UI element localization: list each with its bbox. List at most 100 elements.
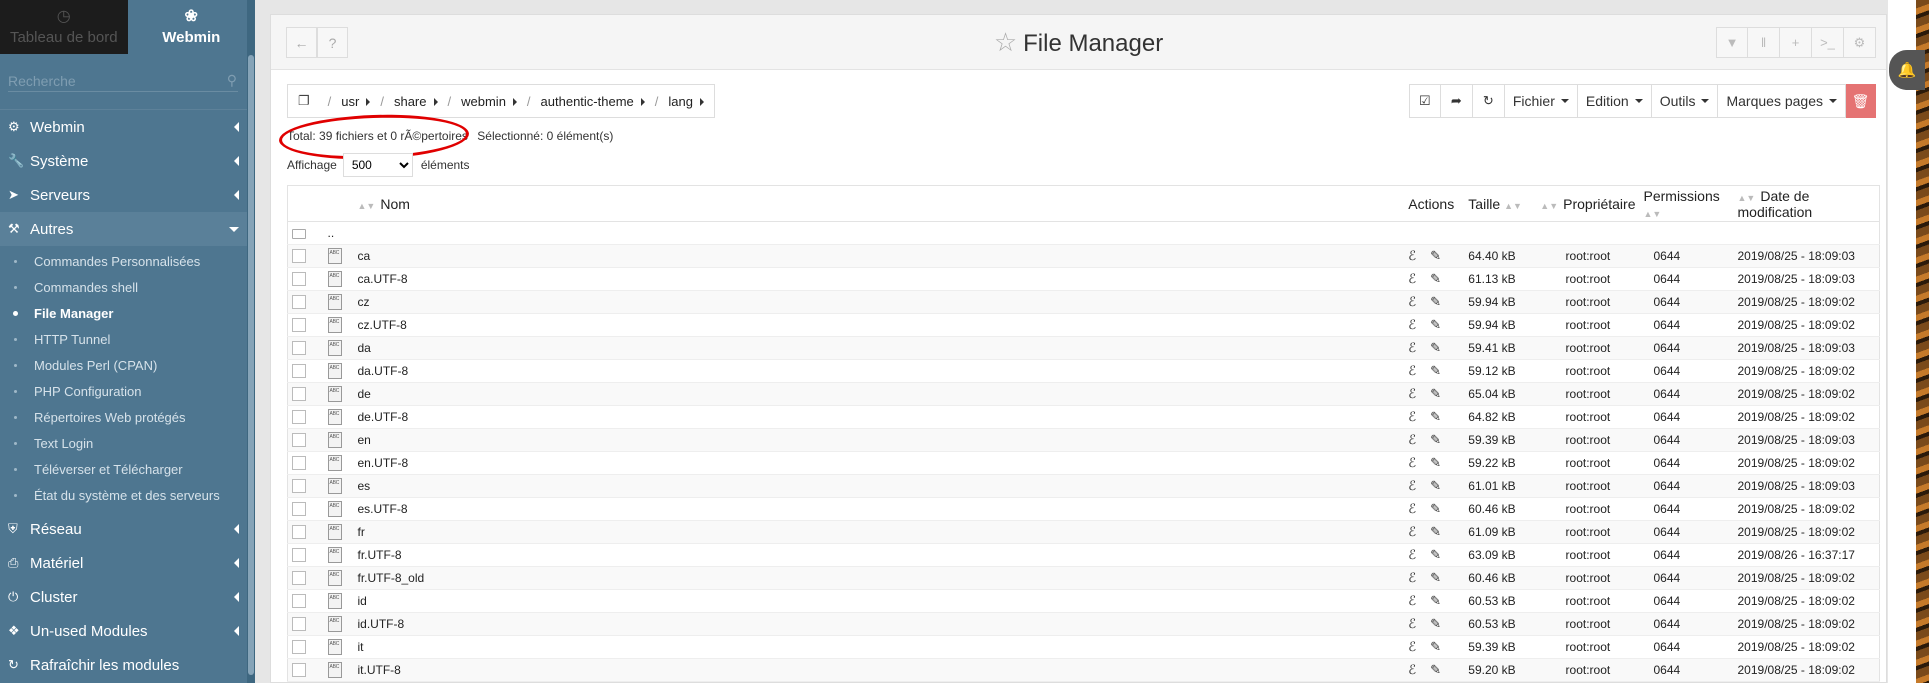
sidebar-subitem[interactable]: État du système et des serveurs bbox=[0, 482, 255, 508]
row-checkbox[interactable] bbox=[292, 341, 306, 356]
edit-icon[interactable]: ✎ bbox=[1430, 317, 1441, 332]
delete-button[interactable]: 🗑 bbox=[1846, 84, 1876, 118]
refresh-button[interactable]: ↻ bbox=[1472, 84, 1505, 118]
share-button[interactable]: ➦ bbox=[1440, 84, 1473, 118]
table-row[interactable]: itℰ✎59.39 kBroot:root06442019/08/25 - 18… bbox=[287, 635, 1880, 659]
table-row[interactable]: fr.UTF-8_oldℰ✎60.46 kBroot:root06442019/… bbox=[287, 566, 1880, 590]
row-checkbox[interactable] bbox=[292, 548, 306, 563]
sidebar-subitem[interactable]: Répertoires Web protégés bbox=[0, 404, 255, 430]
sidebar-item-autres[interactable]: ⚒ Autres bbox=[0, 212, 255, 246]
row-checkbox[interactable] bbox=[292, 594, 306, 609]
table-row[interactable]: frℰ✎61.09 kBroot:root06442019/08/25 - 18… bbox=[287, 520, 1880, 544]
copy-path-icon[interactable]: ❐ bbox=[298, 93, 310, 109]
row-checkbox[interactable] bbox=[292, 640, 306, 655]
per-page-select[interactable]: 500 bbox=[342, 153, 413, 177]
rename-icon[interactable]: ℰ bbox=[1408, 547, 1416, 562]
bookmarks-menu[interactable]: Marques pages bbox=[1718, 84, 1846, 118]
rename-icon[interactable]: ℰ bbox=[1408, 294, 1416, 309]
search-icon[interactable]: ⚲ bbox=[227, 72, 237, 89]
tab-webmin[interactable]: ❀ Webmin bbox=[127, 0, 255, 54]
table-row[interactable]: czℰ✎59.94 kBroot:root06442019/08/25 - 18… bbox=[287, 290, 1880, 314]
rename-icon[interactable]: ℰ bbox=[1408, 662, 1416, 677]
settings-button[interactable]: ⚙ bbox=[1844, 27, 1876, 58]
edit-icon[interactable]: ✎ bbox=[1430, 248, 1441, 263]
edit-icon[interactable]: ✎ bbox=[1430, 662, 1441, 677]
row-checkbox[interactable] bbox=[292, 479, 306, 494]
notification-button[interactable]: 🔔 bbox=[1889, 50, 1925, 90]
sidebar-subitem[interactable]: Modules Perl (CPAN) bbox=[0, 352, 255, 378]
table-row[interactable]: deℰ✎65.04 kBroot:root06442019/08/25 - 18… bbox=[287, 382, 1880, 406]
row-checkbox[interactable] bbox=[292, 387, 306, 402]
row-checkbox[interactable] bbox=[292, 364, 306, 379]
sidebar-item-materiel[interactable]: ⎙ Matériel bbox=[0, 546, 255, 580]
rename-icon[interactable]: ℰ bbox=[1408, 340, 1416, 355]
sidebar-subitem-active[interactable]: File Manager bbox=[0, 300, 255, 326]
rename-icon[interactable]: ℰ bbox=[1408, 363, 1416, 378]
table-row[interactable]: fr.UTF-8ℰ✎63.09 kBroot:root06442019/08/2… bbox=[287, 543, 1880, 567]
sidebar-subitem[interactable]: PHP Configuration bbox=[0, 378, 255, 404]
rename-icon[interactable]: ℰ bbox=[1408, 409, 1416, 424]
edit-icon[interactable]: ✎ bbox=[1430, 570, 1441, 585]
row-checkbox[interactable] bbox=[292, 433, 306, 448]
row-checkbox[interactable] bbox=[292, 318, 306, 333]
fichier-menu[interactable]: Fichier bbox=[1504, 84, 1578, 118]
table-row[interactable]: enℰ✎59.39 kBroot:root06442019/08/25 - 18… bbox=[287, 428, 1880, 452]
rename-icon[interactable]: ℰ bbox=[1408, 271, 1416, 286]
table-row[interactable]: daℰ✎59.41 kBroot:root06442019/08/25 - 18… bbox=[287, 336, 1880, 360]
filter-button[interactable]: ▼ bbox=[1716, 27, 1748, 58]
rename-icon[interactable]: ℰ bbox=[1408, 317, 1416, 332]
edit-icon[interactable]: ✎ bbox=[1430, 547, 1441, 562]
col-date[interactable]: ▲▼ Date de modification bbox=[1733, 185, 1880, 222]
breadcrumb-item-share[interactable]: share bbox=[394, 94, 438, 109]
sidebar-subitem[interactable]: Téléverser et Télécharger bbox=[0, 456, 255, 482]
row-checkbox[interactable] bbox=[292, 410, 306, 425]
breadcrumb-item-lang[interactable]: lang bbox=[668, 94, 704, 109]
sidebar-subitem[interactable]: HTTP Tunnel bbox=[0, 326, 255, 352]
edit-icon[interactable]: ✎ bbox=[1430, 593, 1441, 608]
sidebar-subitem[interactable]: Commandes Personnalisées bbox=[0, 248, 255, 274]
col-size[interactable]: Taille ▲▼ bbox=[1464, 185, 1537, 222]
sidebar-item-unused-modules[interactable]: ❖ Un-used Modules bbox=[0, 614, 255, 648]
rename-icon[interactable]: ℰ bbox=[1408, 501, 1416, 516]
row-checkbox[interactable] bbox=[292, 525, 306, 540]
sidebar-subitem[interactable]: Commandes shell bbox=[0, 274, 255, 300]
sidebar-scrollbar[interactable] bbox=[247, 0, 255, 683]
star-icon[interactable]: ☆ bbox=[994, 27, 1017, 57]
rename-icon[interactable]: ℰ bbox=[1408, 570, 1416, 585]
sidebar-item-reseau[interactable]: ⛨ Réseau bbox=[0, 512, 255, 546]
sidebar-item-systeme[interactable]: 🔧 Système bbox=[0, 144, 255, 178]
table-row[interactable]: caℰ✎64.40 kBroot:root06442019/08/25 - 18… bbox=[287, 244, 1880, 268]
sidebar-scrollbar-thumb[interactable] bbox=[248, 55, 254, 675]
edit-icon[interactable]: ✎ bbox=[1430, 478, 1441, 493]
edit-icon[interactable]: ✎ bbox=[1430, 524, 1441, 539]
edit-icon[interactable]: ✎ bbox=[1430, 271, 1441, 286]
rename-icon[interactable]: ℰ bbox=[1408, 593, 1416, 608]
breadcrumb-item-authentic-theme[interactable]: authentic-theme bbox=[541, 94, 645, 109]
outils-menu[interactable]: Outils bbox=[1651, 84, 1719, 118]
edit-icon[interactable]: ✎ bbox=[1430, 616, 1441, 631]
breadcrumb-item-webmin[interactable]: webmin bbox=[461, 94, 517, 109]
edit-icon[interactable]: ✎ bbox=[1430, 409, 1441, 424]
select-all-button[interactable]: ☑ bbox=[1408, 84, 1441, 118]
edit-icon[interactable]: ✎ bbox=[1430, 386, 1441, 401]
columns-button[interactable]: ‖ bbox=[1748, 27, 1780, 58]
table-row[interactable]: da.UTF-8ℰ✎59.12 kBroot:root06442019/08/2… bbox=[287, 359, 1880, 383]
row-checkbox[interactable] bbox=[292, 502, 306, 517]
table-row[interactable]: idℰ✎60.53 kBroot:root06442019/08/25 - 18… bbox=[287, 589, 1880, 613]
sidebar-item-refresh-modules[interactable]: ↻ Rafraîchir les modules bbox=[0, 648, 255, 682]
col-name[interactable]: ▲▼ Nom bbox=[353, 185, 1405, 222]
row-checkbox[interactable] bbox=[292, 663, 306, 678]
table-row[interactable]: it.UTF-8ℰ✎59.20 kBroot:root06442019/08/2… bbox=[287, 658, 1880, 682]
table-row[interactable]: id.UTF-8ℰ✎60.53 kBroot:root06442019/08/2… bbox=[287, 612, 1880, 636]
edit-icon[interactable]: ✎ bbox=[1430, 501, 1441, 516]
sidebar-item-webmin[interactable]: ⚙ Webmin bbox=[0, 110, 255, 144]
edit-icon[interactable]: ✎ bbox=[1430, 455, 1441, 470]
search-input[interactable] bbox=[8, 70, 238, 92]
breadcrumb-item-usr[interactable]: usr bbox=[341, 94, 371, 109]
row-checkbox[interactable] bbox=[292, 272, 306, 287]
rename-icon[interactable]: ℰ bbox=[1408, 386, 1416, 401]
col-owner[interactable]: ▲▼ Propriétaire bbox=[1536, 185, 1640, 222]
add-button[interactable]: + bbox=[1780, 27, 1812, 58]
table-row[interactable]: esℰ✎61.01 kBroot:root06442019/08/25 - 18… bbox=[287, 474, 1880, 498]
row-checkbox[interactable] bbox=[292, 571, 306, 586]
